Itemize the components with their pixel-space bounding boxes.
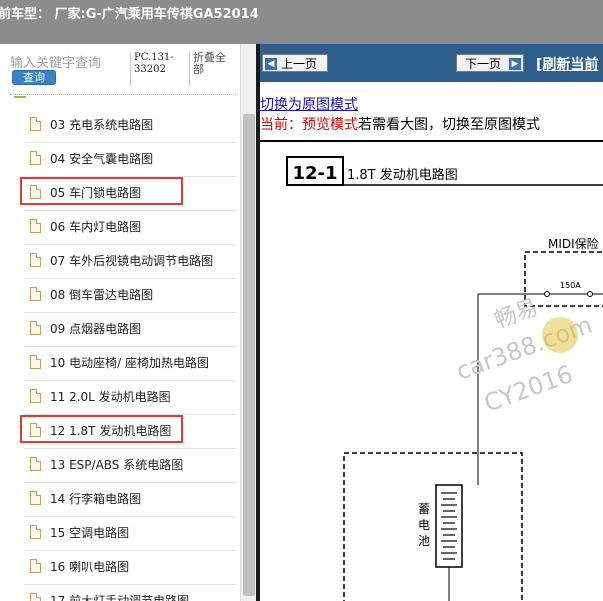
document-icon <box>30 287 41 301</box>
fuse-terminal <box>587 291 593 297</box>
document-icon <box>30 117 41 131</box>
document-icon <box>30 253 41 267</box>
document-icon <box>30 185 41 199</box>
status-hint: 若需看大图，切换至原图模式 <box>358 117 540 133</box>
tree-item[interactable]: 17 前大灯手动调节电路图 <box>24 584 236 601</box>
tree-item-label: 09 点烟器电路图 <box>50 322 142 336</box>
fuse-rating: 150A <box>560 281 581 290</box>
tree-item-label: 15 空调电路图 <box>50 526 130 540</box>
next-page-label: 下一页 <box>465 57 502 71</box>
mode-status: 当前：预览模式若需看大图，切换至原图模式 <box>260 114 540 134</box>
tree-item-label: 14 行李箱电路图 <box>50 492 142 506</box>
viewer-nav-bar: ◀ 上一页 下一页 ▶ [刷新当前 <box>260 44 603 82</box>
tree-item-label: 12 1.8T 发动机电路图 <box>50 424 172 438</box>
current-vehicle-title: 前车型： 厂家:G-广汽乘用车传祺GA52014 <box>0 7 259 22</box>
pc-code-label: PC.131-33202 <box>134 52 174 75</box>
next-page-button[interactable]: 下一页 ▶ <box>456 54 524 72</box>
tree-item-label: 08 倒车雷达电路图 <box>50 288 154 302</box>
tree-item-label: 13 ESP/ABS 系统电路图 <box>50 458 184 472</box>
tree-item[interactable]: 16 喇叭电路图 <box>24 550 236 585</box>
arrow-left-icon: ◀ <box>265 58 277 70</box>
battery-symbol <box>435 484 463 568</box>
tree-item-label: 11 2.0L 发动机电路图 <box>50 390 171 404</box>
prev-page-button[interactable]: ◀ 上一页 <box>262 54 328 72</box>
document-icon <box>30 491 41 505</box>
tree-item[interactable]: 05 车门锁电路图 <box>20 176 236 211</box>
document-icon <box>30 525 41 539</box>
tree-item-label: 03 充电系统电路图 <box>50 118 154 132</box>
prev-page-label: 上一页 <box>281 57 318 71</box>
divider <box>10 94 236 95</box>
tree-item-label: 05 车门锁电路图 <box>50 186 142 200</box>
tree-item[interactable]: 15 空调电路图 <box>24 516 236 551</box>
battery-box <box>343 452 523 601</box>
status-prefix: 当前： <box>260 117 302 133</box>
tree-item[interactable]: 11 2.0L 发动机电路图 <box>24 380 236 415</box>
divider <box>130 52 131 86</box>
midi-fuse-label: MIDI保险 <box>548 236 599 251</box>
tree-item-label: 04 安全气囊电路图 <box>50 152 154 166</box>
tree-item[interactable]: 03 充电系统电路图 <box>24 108 236 143</box>
tree-item[interactable]: 07 车外后视镜电动调节电路图 <box>24 244 236 279</box>
status-mode: 预览模式 <box>302 117 358 133</box>
left-panel-scrollbar[interactable] <box>240 44 257 601</box>
tree-item[interactable]: 10 电动座椅/ 座椅加热电路图 <box>24 346 236 381</box>
midi-fuse-box <box>524 251 603 307</box>
tree-item[interactable]: 13 ESP/ABS 系统电路图 <box>24 448 236 483</box>
collapse-all-link[interactable]: 折叠全部 <box>193 52 233 76</box>
tree-item-label: 06 车内灯电路图 <box>50 220 142 234</box>
battery-label: 电 <box>418 518 430 532</box>
tree-item-label: 16 喇叭电路图 <box>50 560 130 574</box>
refresh-link[interactable]: [刷新当前 <box>536 54 598 74</box>
tree-item-label: 17 前大灯手动调节电路图 <box>50 594 190 601</box>
watermark-logo <box>542 317 578 353</box>
tree-item[interactable]: 04 安全气囊电路图 <box>24 142 236 177</box>
tree-item[interactable]: 08 倒车雷达电路图 <box>24 278 236 313</box>
tree-item[interactable]: 12 1.8T 发动机电路图 <box>20 414 236 449</box>
switch-original-mode-link[interactable]: 切换为原图模式 <box>260 94 358 114</box>
document-icon <box>30 423 41 437</box>
battery-label: 蓄 <box>418 502 430 516</box>
document-icon <box>30 151 41 165</box>
document-icon <box>30 389 41 403</box>
tree-item[interactable]: 09 点烟器电路图 <box>24 312 236 347</box>
window-title-bar: 前车型： 厂家:G-广汽乘用车传祺GA52014 <box>0 0 603 44</box>
document-icon <box>30 219 41 233</box>
document-icon <box>30 593 41 601</box>
tree-folder-mark <box>14 92 26 98</box>
scrollbar-thumb[interactable] <box>243 114 255 596</box>
section-number: 12-1 <box>292 163 337 184</box>
divider <box>189 52 190 86</box>
tree-item-label: 07 车外后视镜电动调节电路图 <box>50 254 214 268</box>
tree-item[interactable]: 14 行李箱电路图 <box>24 482 236 517</box>
battery-label: 池 <box>418 534 430 548</box>
left-panel: 查询 PC.131-33202 折叠全部 03 充电系统电路图 04 安全气囊电路… <box>0 44 256 601</box>
document-icon <box>30 355 41 369</box>
tree-item-label: 10 电动座椅/ 座椅加热电路图 <box>50 356 209 370</box>
document-icon <box>30 321 41 335</box>
document-icon <box>30 559 41 573</box>
tree-item[interactable]: 06 车内灯电路图 <box>24 210 236 245</box>
arrow-right-icon: ▶ <box>509 58 521 70</box>
circuit-diagram[interactable]: 12-1 1.8T 发动机电路图 MIDI保险 150A 畅易 car388.c… <box>260 140 603 601</box>
document-icon <box>30 457 41 471</box>
fuse-terminal <box>544 291 550 297</box>
section-title: 1.8T 发动机电路图 <box>347 167 458 183</box>
search-button[interactable]: 查询 <box>12 70 56 85</box>
watermark-text: 畅易 <box>492 295 542 334</box>
